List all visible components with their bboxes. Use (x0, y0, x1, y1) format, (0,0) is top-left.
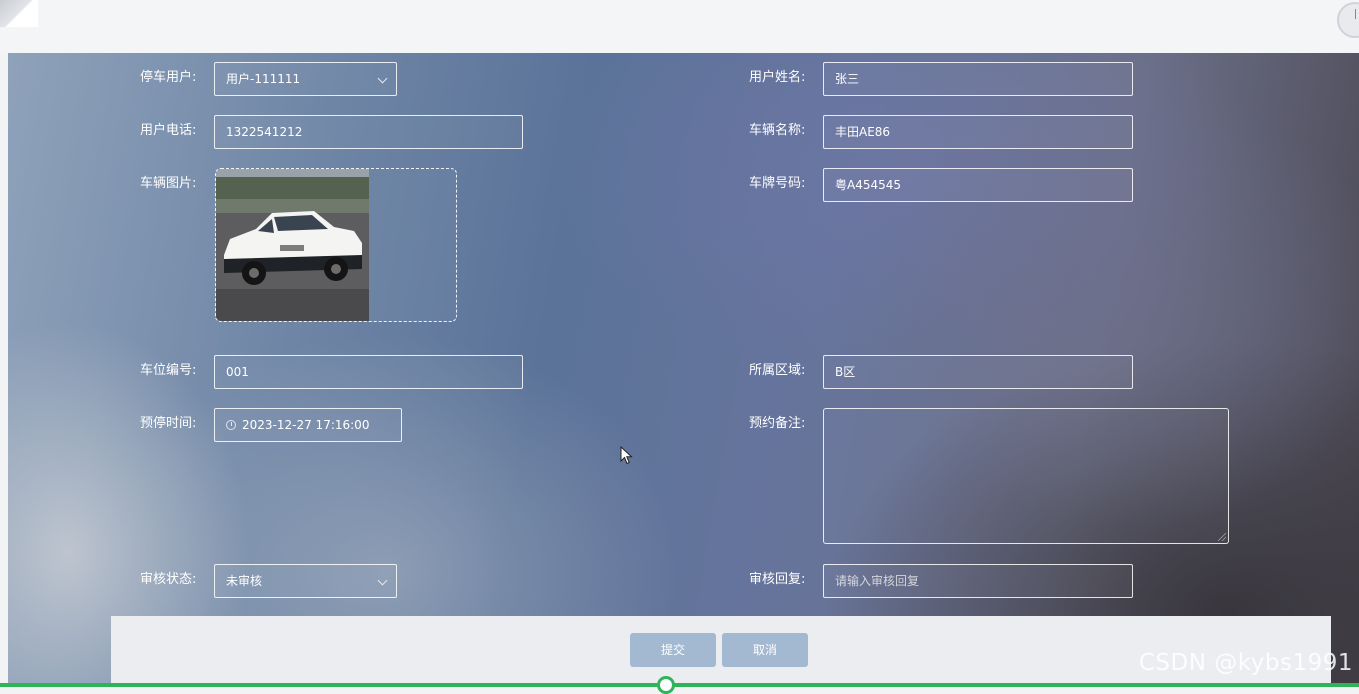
parking-user-select[interactable]: 用户-111111 (214, 62, 397, 96)
progress-bar (0, 683, 1359, 687)
vehicle-photo (216, 169, 369, 321)
spot-number-label: 车位编号: (140, 363, 197, 378)
user-phone-label: 用户电话: (140, 123, 197, 138)
cancel-button[interactable]: 取消 (722, 633, 808, 667)
submit-button[interactable]: 提交 (630, 633, 716, 667)
parking-user-value: 用户-111111 (226, 72, 301, 86)
chevron-down-icon (377, 575, 388, 586)
vehicle-image-label: 车辆图片: (140, 176, 197, 191)
reserve-time-label: 预停时间: (140, 416, 197, 431)
review-reply-placeholder: 请输入审核回复 (835, 574, 920, 588)
reserve-time-picker[interactable]: 2023-12-27 17:16:00 (214, 408, 402, 442)
review-reply-input[interactable]: 请输入审核回复 (823, 564, 1133, 598)
area-label: 所属区域: (749, 363, 806, 378)
spot-number-value: 001 (226, 365, 249, 379)
review-status-label: 审核状态: (140, 572, 197, 587)
vehicle-name-label: 车辆名称: (749, 123, 806, 138)
vehicle-image-upload[interactable] (215, 168, 457, 322)
vehicle-name-input[interactable]: 丰田AE86 (823, 115, 1133, 149)
area-input[interactable]: B区 (823, 355, 1133, 389)
user-name-value: 张三 (835, 72, 860, 86)
clock-icon (226, 420, 236, 430)
plate-number-input[interactable]: 粤A454545 (823, 168, 1133, 202)
user-phone-input[interactable]: 1322541212 (214, 115, 523, 149)
review-reply-label: 审核回复: (749, 572, 806, 587)
form-panel: 停车用户: 用户-111111 用户姓名: 张三 用户电话: 132254121… (8, 53, 1359, 687)
watermark: CSDN @kybs1991 (1138, 650, 1353, 676)
mouse-cursor-icon (620, 446, 633, 465)
parking-user-label: 停车用户: (140, 70, 197, 85)
clock-icon (1337, 2, 1359, 38)
resize-grip-icon[interactable] (1218, 533, 1226, 541)
review-status-value: 未审核 (226, 574, 263, 588)
reserve-note-textarea[interactable] (823, 408, 1229, 544)
spot-number-input[interactable]: 001 (214, 355, 523, 389)
reserve-note-label: 预约备注: (749, 416, 806, 431)
plate-number-value: 粤A454545 (835, 178, 902, 192)
user-name-input[interactable]: 张三 (823, 62, 1133, 96)
plate-number-label: 车牌号码: (749, 176, 806, 191)
top-bar (0, 0, 1359, 53)
user-name-label: 用户姓名: (749, 70, 806, 85)
progress-handle[interactable] (657, 676, 675, 694)
area-value: B区 (835, 365, 856, 379)
page-fold-icon (0, 0, 38, 27)
reserve-time-value: 2023-12-27 17:16:00 (242, 418, 370, 432)
vehicle-name-value: 丰田AE86 (835, 125, 891, 139)
user-phone-value: 1322541212 (226, 125, 303, 139)
chevron-down-icon (377, 73, 388, 84)
review-status-select[interactable]: 未审核 (214, 564, 397, 598)
